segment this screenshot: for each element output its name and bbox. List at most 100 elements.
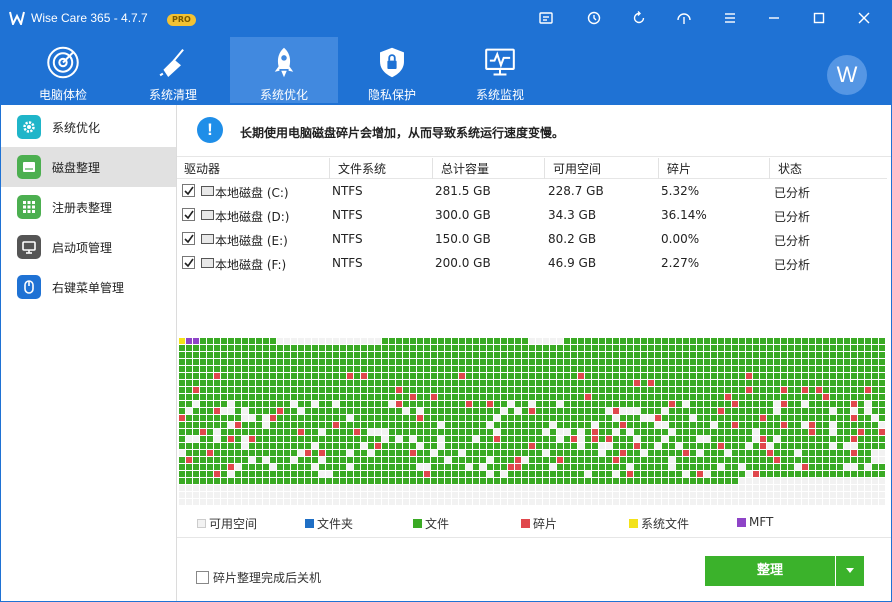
cluster-block [879,492,885,498]
cluster-block [368,408,374,414]
sidebar-item-system-optimize[interactable]: 系统优化 [1,107,176,147]
refresh-icon[interactable] [628,8,650,28]
table-row[interactable]: 本地磁盘 (D:) NTFS 300.0 GB 34.3 GB 36.14% 已… [177,203,887,227]
defrag-button[interactable]: 整理 [705,556,835,586]
cluster-block [711,499,717,505]
sidebar-item-disk-defrag[interactable]: 磁盘整理 [1,147,176,187]
cluster-block [760,443,766,449]
tab-system-optimize[interactable]: 系统优化 [230,37,338,103]
cluster-block [375,499,381,505]
menu-icon[interactable] [719,8,741,28]
cluster-block [487,408,493,414]
cluster-block [571,401,577,407]
cluster-block [858,436,864,442]
fragmentation: 0.00% [661,232,700,246]
tab-pc-checkup[interactable]: 电脑体检 [9,37,117,103]
cluster-block [382,422,388,428]
cluster-block [543,499,549,505]
cluster-block [242,373,248,379]
column-header[interactable]: 总计容量 [441,160,489,177]
cluster-block [620,422,626,428]
cluster-block [326,401,332,407]
message-icon[interactable] [535,8,557,28]
cluster-block [802,499,808,505]
cluster-block [459,485,465,491]
shutdown-label[interactable]: 碎片整理完成后关机 [213,569,321,586]
table-row[interactable]: 本地磁盘 (F:) NTFS 200.0 GB 46.9 GB 2.27% 已分… [177,251,887,275]
cluster-block [599,401,605,407]
drive-checkbox[interactable] [182,208,195,221]
close-icon[interactable] [853,8,875,28]
sidebar-item-label: 磁盘整理 [52,160,101,175]
cluster-block [347,429,353,435]
column-divider[interactable] [658,158,659,179]
cluster-block [179,345,185,351]
title-bar[interactable]: Wise Care 365 - 4.7.7 PRO [1,1,891,35]
cluster-block [431,457,437,463]
shutdown-checkbox[interactable] [196,571,209,584]
cluster-block [466,366,472,372]
cluster-block [816,457,822,463]
cluster-block [557,387,563,393]
skin-icon[interactable] [673,8,695,28]
cluster-block [277,394,283,400]
column-header[interactable]: 状态 [778,160,802,177]
drive-checkbox[interactable] [182,232,195,245]
cluster-block [816,436,822,442]
cluster-block [389,373,395,379]
cluster-block [284,450,290,456]
defrag-options-dropdown[interactable] [836,556,864,586]
column-divider[interactable] [544,158,545,179]
table-row[interactable]: 本地磁盘 (E:) NTFS 150.0 GB 80.2 GB 0.00% 已分… [177,227,887,251]
cluster-block [851,492,857,498]
cluster-block [851,436,857,442]
column-header[interactable]: 碎片 [667,160,691,177]
cluster-block [858,471,864,477]
cluster-block [627,457,633,463]
drive-checkbox[interactable] [182,256,195,269]
cluster-block [452,436,458,442]
update-icon[interactable] [583,8,605,28]
column-divider[interactable] [432,158,433,179]
cluster-block [844,450,850,456]
cluster-map-canvas [179,338,885,505]
tab-system-monitor[interactable]: 系统监视 [446,37,554,103]
column-divider[interactable] [769,158,770,179]
cluster-block [760,499,766,505]
cluster-block [249,394,255,400]
cluster-block [788,499,794,505]
cluster-block [396,464,402,470]
cluster-block [445,415,451,421]
cluster-block [823,471,829,477]
cluster-block [543,366,549,372]
sidebar-item-startup-manager[interactable]: 启动项管理 [1,227,176,267]
cluster-block [221,366,227,372]
minimize-icon[interactable] [763,8,785,28]
table-row[interactable]: 本地磁盘 (C:) NTFS 281.5 GB 228.7 GB 5.32% 已… [177,179,887,203]
cluster-block [361,345,367,351]
avatar[interactable]: W [827,55,867,95]
sidebar-item-registry-defrag[interactable]: 注册表整理 [1,187,176,227]
cluster-block [438,471,444,477]
cluster-block [326,436,332,442]
column-header[interactable]: 文件系统 [338,160,386,177]
cluster-block [858,429,864,435]
column-header[interactable]: 可用空间 [553,160,601,177]
drive-checkbox[interactable] [182,184,195,197]
cluster-block [473,338,479,344]
cluster-block [718,436,724,442]
cluster-block [277,457,283,463]
cluster-block [774,338,780,344]
cluster-block [837,499,843,505]
cluster-block [879,352,885,358]
tab-privacy-protect[interactable]: 隐私保护 [338,37,446,103]
cluster-block [473,352,479,358]
cluster-block [599,471,605,477]
maximize-icon[interactable] [808,8,830,28]
cluster-block [522,471,528,477]
tab-system-cleanup[interactable]: 系统清理 [119,37,227,103]
sidebar-item-context-menu[interactable]: 右键菜单管理 [1,267,176,307]
column-header[interactable]: 驱动器 [184,160,220,177]
cluster-block [256,373,262,379]
column-divider[interactable] [329,158,330,179]
